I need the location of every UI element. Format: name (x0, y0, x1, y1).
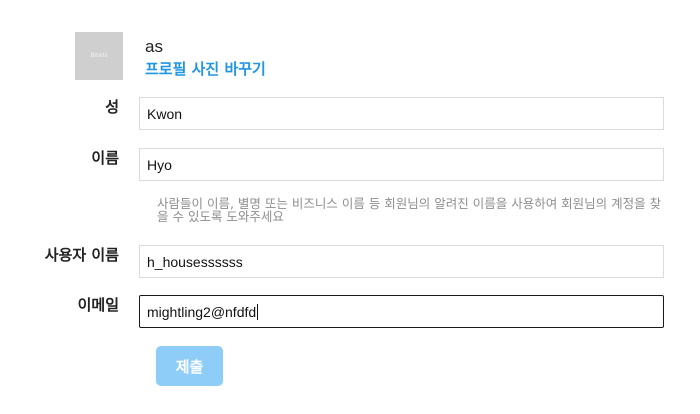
email-value: mightling2@nfdfd (147, 303, 257, 320)
edit-profile-page: Blbills as 프로필 사진 바꾸기 성 Kwon 이름 Hyo 사람들이… (0, 0, 700, 414)
username-field[interactable]: h_housessssss (139, 245, 664, 278)
submit-button[interactable]: 제출 (156, 346, 223, 386)
first-name-label: 이름 (91, 149, 119, 167)
email-label: 이메일 (77, 296, 119, 314)
avatar-placeholder-text: Blbills (90, 53, 108, 59)
profile-username: as (145, 37, 163, 56)
name-helper-text: 사람들이 이름, 별명 또는 비즈니스 이름 등 회원님의 알려진 이름을 사용… (157, 196, 662, 224)
last-name-value: Kwon (147, 105, 183, 122)
last-name-field[interactable]: Kwon (139, 97, 664, 130)
email-field[interactable]: mightling2@nfdfd (139, 295, 664, 328)
first-name-field[interactable]: Hyo (139, 148, 664, 181)
last-name-label: 성 (105, 98, 119, 116)
change-profile-photo-link[interactable]: 프로필 사진 바꾸기 (145, 60, 266, 78)
text-caret (257, 303, 259, 320)
first-name-value: Hyo (147, 156, 172, 173)
username-value: h_housessssss (147, 253, 243, 270)
username-label: 사용자 이름 (44, 246, 119, 264)
avatar[interactable]: Blbills (75, 32, 123, 80)
